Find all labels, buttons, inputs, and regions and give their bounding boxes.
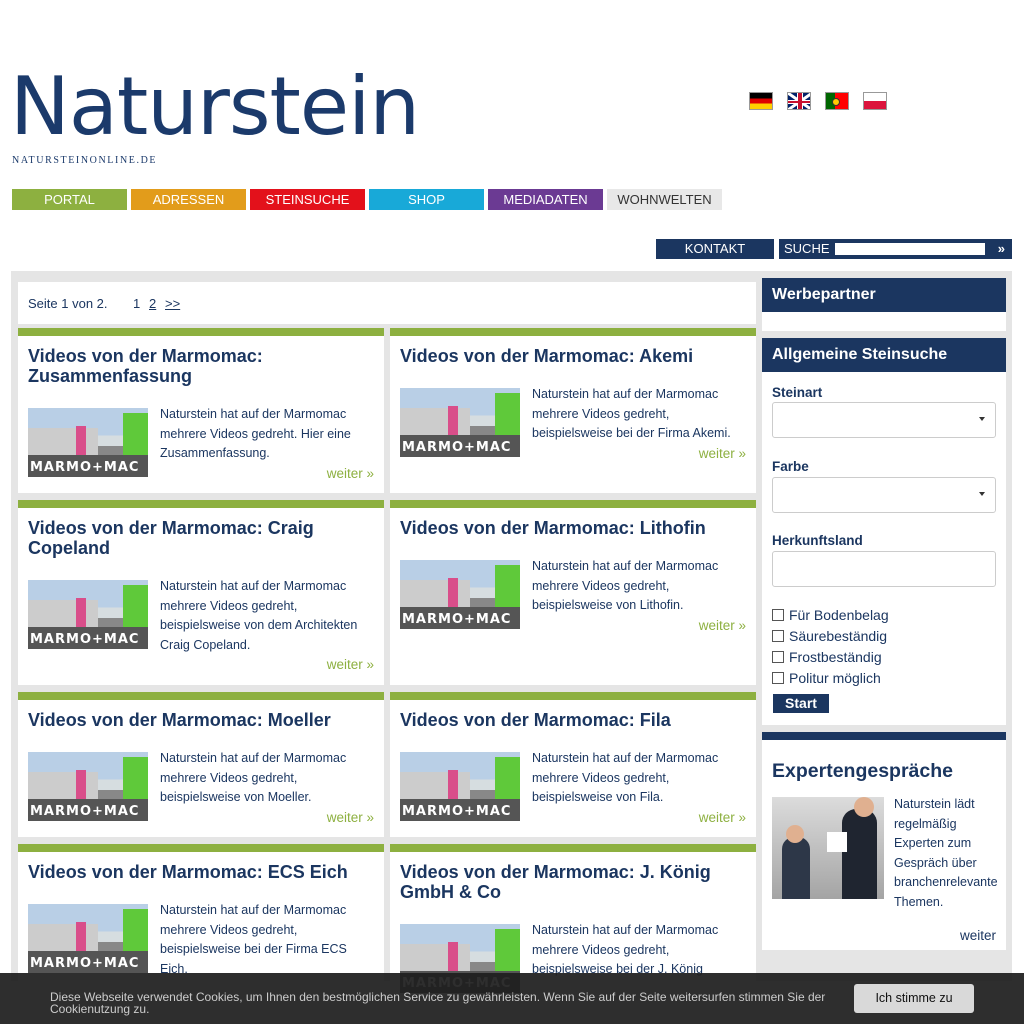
article-teaser: Naturstein hat auf der Marmomac mehrere …	[532, 923, 719, 976]
werbepartner-heading: Werbepartner	[762, 278, 1006, 312]
checkbox-bodenbelag[interactable]: Für Bodenbelag	[772, 607, 889, 623]
article-card: Videos von der Marmomac: Lithofin MARMO+…	[390, 500, 756, 685]
article-card: Videos von der Marmomac: J. König GmbH &…	[390, 844, 756, 993]
article-thumbnail[interactable]: MARMO+MAC	[400, 560, 520, 629]
article-title[interactable]: Videos von der Marmomac: ECS Eich	[28, 862, 374, 882]
experten-heading[interactable]: Expertengespräche	[772, 760, 953, 783]
checkbox-label: Frostbeständig	[789, 649, 882, 665]
logo-subtitle: NATURSTEINONLINE.DE	[12, 155, 158, 166]
herkunftsland-label: Herkunftsland	[772, 533, 863, 548]
experten-more-link[interactable]: weiter	[960, 928, 996, 943]
nav-portal[interactable]: PORTAL	[12, 189, 127, 210]
experten-photo[interactable]	[772, 797, 884, 899]
article-title[interactable]: Videos von der Marmomac: Craig Copeland	[28, 518, 374, 558]
article-more-link[interactable]: weiter »	[699, 446, 746, 461]
language-flags	[749, 92, 887, 110]
farbe-label: Farbe	[772, 459, 809, 474]
kontakt-button[interactable]: KONTAKT	[656, 239, 774, 259]
article-title[interactable]: Videos von der Marmomac: Akemi	[400, 346, 746, 366]
search-label: SUCHE	[784, 241, 830, 256]
flag-germany-icon[interactable]	[749, 92, 773, 110]
cookie-text: Diese Webseite verwendet Cookies, um Ihn…	[50, 990, 826, 1016]
checkbox-politur[interactable]: Politur möglich	[772, 670, 881, 686]
search-input[interactable]	[834, 243, 985, 255]
start-button[interactable]: Start	[773, 694, 829, 713]
article-teaser: Naturstein hat auf der Marmomac mehrere …	[532, 387, 731, 440]
article-title[interactable]: Videos von der Marmomac: Fila	[400, 710, 746, 730]
flag-poland-icon[interactable]	[863, 92, 887, 110]
checkbox-box[interactable]	[772, 672, 784, 684]
site-logo[interactable]: Naturstein	[10, 62, 420, 152]
nav-mediadaten[interactable]: MEDIADATEN	[488, 189, 603, 210]
article-teaser: Naturstein hat auf der Marmomac mehrere …	[160, 407, 351, 460]
search-bar: SUCHE »	[779, 239, 1012, 259]
article-thumbnail[interactable]: MARMO+MAC	[28, 752, 148, 821]
article-card: Videos von der Marmomac: Craig Copeland …	[18, 500, 384, 685]
article-card: Videos von der Marmomac: Zusammenfassung…	[18, 328, 384, 493]
checkbox-box[interactable]	[772, 651, 784, 663]
article-title[interactable]: Videos von der Marmomac: Lithofin	[400, 518, 746, 538]
article-thumbnail[interactable]: MARMO+MAC	[28, 904, 148, 973]
pagination-status: Seite 1 von 2.	[28, 296, 108, 311]
next-page-link[interactable]: >>	[165, 296, 180, 311]
page-1: 1	[133, 296, 141, 311]
chevron-down-icon	[979, 492, 985, 496]
checkbox-label: Für Bodenbelag	[789, 607, 889, 623]
article-card: Videos von der Marmomac: Moeller MARMO+M…	[18, 692, 384, 837]
flag-portugal-icon[interactable]	[825, 92, 849, 110]
main-nav: PORTAL ADRESSEN STEINSUCHE SHOP MEDIADAT…	[12, 189, 722, 210]
steinart-select[interactable]	[772, 402, 996, 438]
article-thumbnail[interactable]: MARMO+MAC	[28, 408, 148, 477]
article-title[interactable]: Videos von der Marmomac: Zusammenfassung	[28, 346, 374, 386]
article-more-link[interactable]: weiter »	[327, 810, 374, 825]
nav-wohnwelten[interactable]: WOHNWELTEN	[607, 189, 722, 210]
checkbox-box[interactable]	[772, 609, 784, 621]
chevron-down-icon	[979, 417, 985, 421]
checkbox-frostbestaendig[interactable]: Frostbeständig	[772, 649, 882, 665]
article-thumbnail[interactable]: MARMO+MAC	[400, 388, 520, 457]
article-thumbnail[interactable]: MARMO+MAC	[28, 580, 148, 649]
steinsuche-box: Allgemeine Steinsuche Steinart Farbe Her…	[762, 338, 1006, 725]
article-title[interactable]: Videos von der Marmomac: J. König GmbH &…	[400, 862, 746, 902]
cookie-accept-button[interactable]: Ich stimme zu	[854, 984, 974, 1013]
cookie-banner: Diese Webseite verwendet Cookies, um Ihn…	[0, 973, 1024, 1024]
checkbox-saeurebestaendig[interactable]: Säurebeständig	[772, 628, 887, 644]
checkbox-label: Politur möglich	[789, 670, 881, 686]
nav-shop[interactable]: SHOP	[369, 189, 484, 210]
pagination: Seite 1 von 2. 1 2 >>	[18, 282, 756, 324]
search-go-button[interactable]: »	[998, 239, 1005, 259]
steinart-label: Steinart	[772, 385, 823, 400]
article-teaser: Naturstein hat auf der Marmomac mehrere …	[160, 751, 347, 804]
article-card: Videos von der Marmomac: ECS Eich MARMO+…	[18, 844, 384, 984]
article-teaser: Naturstein hat auf der Marmomac mehrere …	[532, 559, 719, 612]
nav-steinsuche[interactable]: STEINSUCHE	[250, 189, 365, 210]
flag-uk-icon[interactable]	[787, 92, 811, 110]
article-card: Videos von der Marmomac: Akemi MARMO+MAC…	[390, 328, 756, 493]
article-teaser: Naturstein hat auf der Marmomac mehrere …	[532, 751, 719, 804]
article-more-link[interactable]: weiter »	[327, 657, 374, 672]
experten-box: Expertengespräche Naturstein lädt regelm…	[762, 732, 1006, 950]
article-teaser: Naturstein hat auf der Marmomac mehrere …	[160, 579, 358, 652]
werbepartner-box: Werbepartner	[762, 278, 1006, 331]
checkbox-label: Säurebeständig	[789, 628, 888, 644]
article-more-link[interactable]: weiter »	[699, 618, 746, 633]
article-title[interactable]: Videos von der Marmomac: Moeller	[28, 710, 374, 730]
article-thumbnail[interactable]: MARMO+MAC	[400, 752, 520, 821]
article-card: Videos von der Marmomac: Fila MARMO+MAC …	[390, 692, 756, 837]
farbe-select[interactable]	[772, 477, 996, 513]
checkbox-box[interactable]	[772, 630, 784, 642]
experten-teaser: Naturstein lädt regelmäßig Experten zum …	[894, 797, 998, 909]
article-more-link[interactable]: weiter »	[699, 810, 746, 825]
article-more-link[interactable]: weiter »	[327, 466, 374, 481]
steinsuche-heading: Allgemeine Steinsuche	[762, 338, 1006, 372]
nav-adressen[interactable]: ADRESSEN	[131, 189, 246, 210]
herkunftsland-input[interactable]	[772, 551, 996, 587]
article-teaser: Naturstein hat auf der Marmomac mehrere …	[160, 903, 347, 976]
page-2-link[interactable]: 2	[149, 296, 156, 311]
